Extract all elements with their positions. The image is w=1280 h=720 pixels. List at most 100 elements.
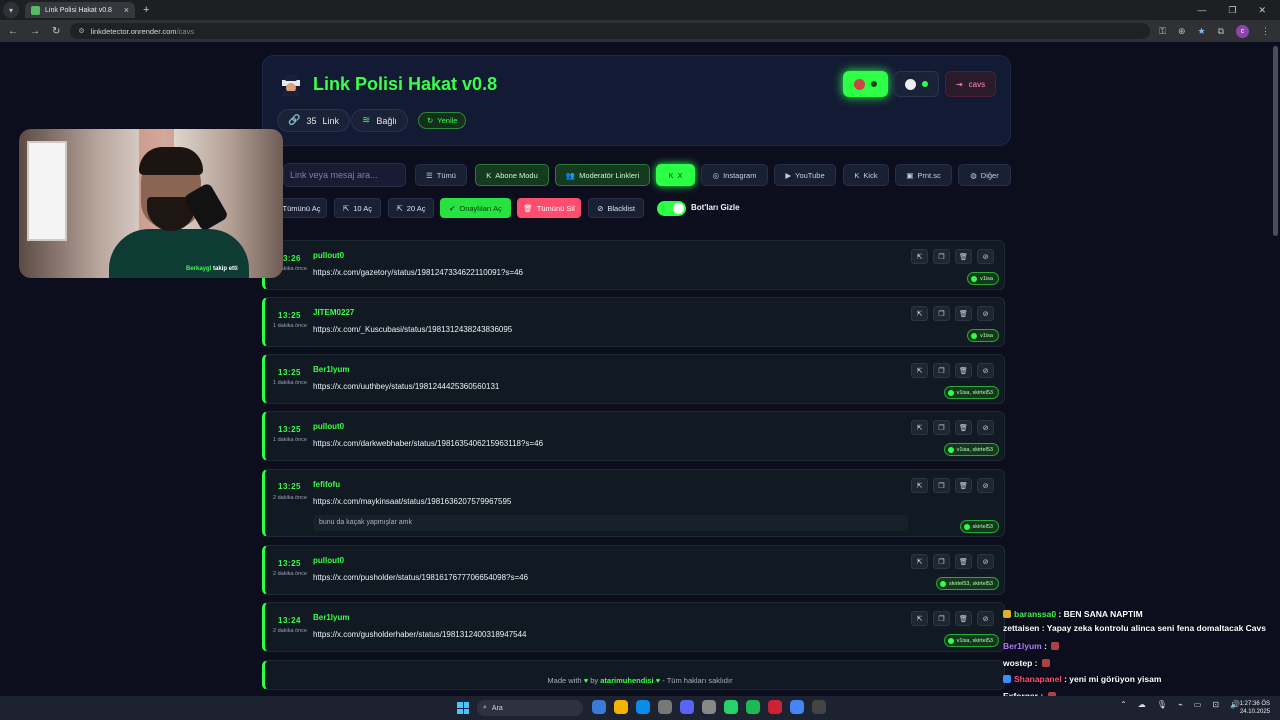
row-link[interactable]: https://x.com/gazetory/status/1981247334… (313, 268, 523, 277)
copy-icon[interactable]: ❐ (933, 249, 950, 264)
restore-icon[interactable]: ❐ (1228, 5, 1236, 16)
row-link[interactable]: https://x.com/uuthbey/status/19812444253… (313, 382, 499, 391)
app-obs-icon[interactable] (768, 700, 782, 714)
app-discord-icon[interactable] (680, 700, 694, 714)
bookmark-star-icon[interactable]: ★ (1197, 26, 1205, 37)
row-username[interactable]: fefifofu (313, 480, 340, 489)
page-scrollbar[interactable] (1273, 46, 1278, 236)
secondary-connection-button[interactable] (894, 71, 939, 97)
taskbar-search[interactable]: ⌕ Ara (477, 700, 583, 716)
app-chrome2-icon[interactable] (790, 700, 804, 714)
filter-x[interactable]: KX (656, 164, 695, 186)
open-link-icon[interactable]: ⇱ (911, 478, 928, 493)
taskbar-clock[interactable]: 1:27:36 ÖS 24.10.2025 (1240, 700, 1270, 716)
filter-all[interactable]: ☰ Tümü (415, 164, 467, 186)
open-20-button[interactable]: ⇱ 20 Aç (388, 198, 434, 218)
password-key-icon[interactable]: ⚿ (1159, 26, 1166, 37)
filter-youtube[interactable]: ▶ YouTube (774, 164, 836, 186)
delete-icon[interactable]: 🗑 (955, 420, 972, 435)
open-link-icon[interactable]: ⇱ (911, 363, 928, 378)
tray-usb-icon[interactable]: ⌁ (1178, 700, 1183, 709)
filter-other[interactable]: ◍ Diğer (958, 164, 1011, 186)
tray-volume-icon[interactable]: 🔊 (1230, 700, 1240, 709)
open-link-icon[interactable]: ⇱ (911, 554, 928, 569)
row-username[interactable]: pullout0 (313, 422, 344, 431)
open-link-icon[interactable]: ⇱ (911, 420, 928, 435)
open-link-icon[interactable]: ⇱ (911, 249, 928, 264)
filter-subscriber-mode[interactable]: K Abone Modu (475, 164, 549, 186)
row-link[interactable]: https://x.com/pusholder/status/198161767… (313, 573, 528, 582)
start-windows-icon[interactable] (457, 702, 469, 714)
app-chrome-icon[interactable] (614, 700, 628, 714)
minimize-icon[interactable]: — (1197, 5, 1206, 16)
forward-icon[interactable]: → (30, 26, 40, 37)
close-tab-icon[interactable]: × (124, 5, 129, 15)
footer-author[interactable]: atarimuhendisi (600, 676, 653, 685)
copy-icon[interactable]: ❐ (933, 554, 950, 569)
app-edge-icon[interactable] (636, 700, 650, 714)
new-tab-icon[interactable]: + (143, 4, 149, 16)
filter-kick[interactable]: K Kick (843, 164, 889, 186)
search-input[interactable] (283, 163, 406, 187)
block-icon[interactable]: ⊘ (977, 249, 994, 264)
zoom-icon[interactable]: ⊕ (1178, 26, 1186, 37)
filter-instagram[interactable]: ◎ Instagram (701, 164, 768, 186)
menu-icon[interactable]: ⋮ (1261, 26, 1270, 37)
tray-network-icon[interactable]: ⊡ (1212, 700, 1219, 709)
back-icon[interactable]: ← (8, 26, 18, 37)
logout-button[interactable]: ⇥ cavs (945, 71, 996, 97)
row-link[interactable]: https://x.com/_Kuscubasi/status/19813124… (313, 325, 512, 334)
open-10-button[interactable]: ⇱ 10 Aç (334, 198, 381, 218)
hide-bots-toggle[interactable] (657, 201, 686, 216)
open-approved-button[interactable]: ✔ Onaylıları Aç (440, 198, 511, 218)
url-input[interactable]: ⚙ linkdetector.onrender.com/cavs (70, 23, 1151, 39)
kick-connection-button[interactable] (843, 71, 888, 97)
filter-moderator-links[interactable]: 👥 Moderatör Linkleri (555, 164, 650, 186)
delete-icon[interactable]: 🗑 (955, 306, 972, 321)
copy-icon[interactable]: ❐ (933, 306, 950, 321)
delete-icon[interactable]: 🗑 (955, 363, 972, 378)
reload-icon[interactable]: ↻ (52, 26, 60, 37)
delete-icon[interactable]: 🗑 (955, 554, 972, 569)
copy-icon[interactable]: ❐ (933, 611, 950, 626)
filter-prntsc[interactable]: ▣ Prnt.sc (895, 164, 952, 186)
block-icon[interactable]: ⊘ (977, 420, 994, 435)
row-link[interactable]: https://x.com/gusholderhaber/status/1981… (313, 630, 527, 639)
row-username[interactable]: pullout0 (313, 251, 344, 260)
app-copilot-icon[interactable] (592, 700, 606, 714)
refresh-button[interactable]: ↻ Yenile (418, 112, 467, 129)
delete-icon[interactable]: 🗑 (955, 249, 972, 264)
delete-icon[interactable]: 🗑 (955, 478, 972, 493)
tray-mic-icon[interactable]: 🎙 (1157, 700, 1167, 709)
delete-icon[interactable]: 🗑 (955, 611, 972, 626)
copy-icon[interactable]: ❐ (933, 363, 950, 378)
tab-search-icon[interactable]: ▾ (3, 2, 19, 18)
row-username[interactable]: Ber1lyum (313, 365, 349, 374)
row-username[interactable]: pullout0 (313, 556, 344, 565)
block-icon[interactable]: ⊘ (977, 554, 994, 569)
open-link-icon[interactable]: ⇱ (911, 611, 928, 626)
row-username[interactable]: JITEM0227 (313, 308, 354, 317)
app-whatsapp-icon[interactable] (724, 700, 738, 714)
app-grid-icon[interactable] (702, 700, 716, 714)
app-other-icon[interactable] (812, 700, 826, 714)
block-icon[interactable]: ⊘ (977, 478, 994, 493)
site-info-icon[interactable]: ⚙ (78, 27, 84, 35)
copy-icon[interactable]: ❐ (933, 420, 950, 435)
delete-all-button[interactable]: 🗑 Tümünü Sil (517, 198, 581, 218)
extensions-icon[interactable]: ⧉ (1218, 26, 1224, 37)
block-icon[interactable]: ⊘ (977, 611, 994, 626)
row-link[interactable]: https://x.com/maykinsaat/status/19816362… (313, 497, 511, 506)
tray-cloud-icon[interactable]: ☁ (1138, 700, 1146, 709)
browser-tab[interactable]: Link Polisi Hakat v0.8 × (25, 2, 135, 18)
profile-avatar[interactable]: c (1236, 24, 1249, 38)
block-icon[interactable]: ⊘ (977, 306, 994, 321)
close-window-icon[interactable]: ✕ (1258, 5, 1266, 16)
row-username[interactable]: Ber1lyum (313, 613, 349, 622)
blacklist-button[interactable]: ⊘ Blacklist (588, 198, 644, 218)
app-spotify-icon[interactable] (746, 700, 760, 714)
tray-chevron-icon[interactable]: ⌃ (1120, 700, 1127, 709)
copy-icon[interactable]: ❐ (933, 478, 950, 493)
open-all-button[interactable]: Tümünü Aç (276, 198, 327, 218)
app-c-icon[interactable] (658, 700, 672, 714)
